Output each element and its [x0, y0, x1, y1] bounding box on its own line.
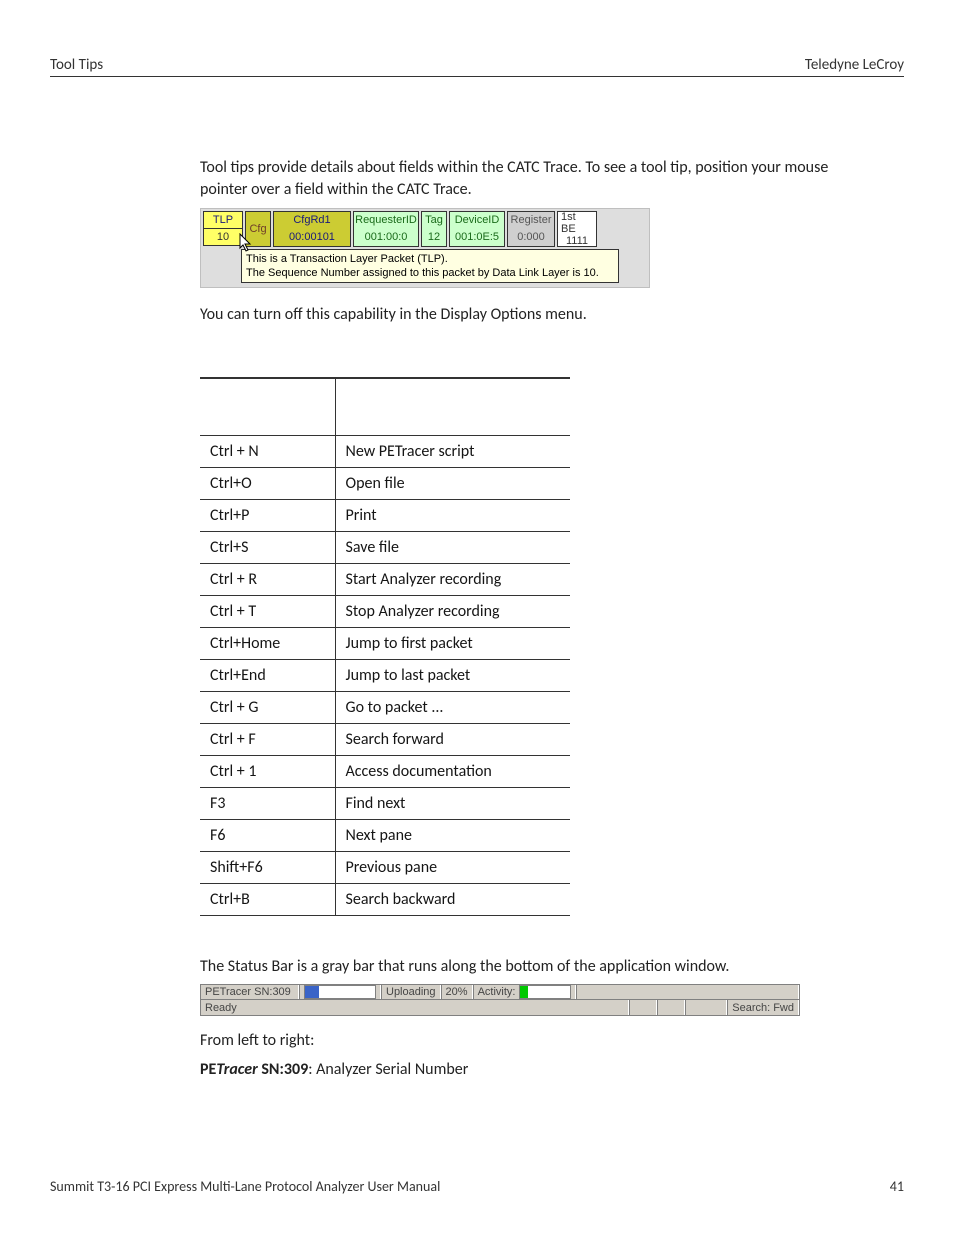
header-left: Tool Tips — [50, 56, 103, 74]
status-uploading: Uploading — [381, 985, 441, 999]
table-row: Ctrl + FSearch forward — [200, 723, 570, 755]
table-row: Ctrl+OOpen file — [200, 467, 570, 499]
status-activity: Activity: — [473, 985, 577, 999]
shortcut-key: Ctrl+S — [200, 531, 335, 563]
status-spacer — [576, 985, 799, 999]
table-row: Ctrl + RStart Analyzer recording — [200, 563, 570, 595]
shortcut-key: Ctrl+End — [200, 659, 335, 691]
shortcut-desc: Access documentation — [335, 755, 570, 787]
shortcut-desc: Go to packet ... — [335, 691, 570, 723]
shortcut-key: F3 — [200, 787, 335, 819]
shortcut-desc: Find next — [335, 787, 570, 819]
statusbar-intro: The Status Bar is a gray bar that runs a… — [200, 956, 879, 978]
shortcut-key: Ctrl + R — [200, 563, 335, 595]
statusbar-figure: PETracer SN:309 Uploading 20% Activity: … — [200, 984, 800, 1016]
status-ready: Ready — [201, 1000, 629, 1015]
footer-left: Summit T3-16 PCI Express Multi-Lane Prot… — [50, 1178, 440, 1195]
shortcut-key: Ctrl+B — [200, 883, 335, 915]
table-row: Ctrl + NNew PETracer script — [200, 435, 570, 467]
shortcut-desc: Start Analyzer recording — [335, 563, 570, 595]
table-row: Ctrl+SSave file — [200, 531, 570, 563]
shortcut-desc: New PETracer script — [335, 435, 570, 467]
activity-indicator — [519, 985, 571, 999]
status-slot-1 — [629, 1000, 657, 1015]
tag-cell: Tag 12 — [421, 211, 447, 247]
cfg-cell: Cfg — [245, 211, 271, 247]
shortcut-desc: Search forward — [335, 723, 570, 755]
firstbe-cell: 1st BE 1111 — [557, 211, 597, 247]
from-left-to-right: From left to right: — [200, 1030, 879, 1052]
deviceid-cell: DeviceID 001:0E:5 — [449, 211, 505, 247]
table-row: Shift+F6Previous pane — [200, 851, 570, 883]
status-analyzer: PETracer SN:309 — [201, 985, 299, 999]
shortcut-key: F6 — [200, 819, 335, 851]
shortcut-key: Ctrl + T — [200, 595, 335, 627]
shortcut-desc: Previous pane — [335, 851, 570, 883]
shortcut-desc: Print — [335, 499, 570, 531]
shortcut-key: Ctrl + N — [200, 435, 335, 467]
status-slot-3 — [685, 1000, 727, 1015]
shortcut-desc: Search backward — [335, 883, 570, 915]
tlp-label: TLP — [203, 211, 243, 229]
register-cell: Register 0:000 — [507, 211, 555, 247]
tlp-index: 10 — [203, 229, 243, 246]
footer-right: 41 — [890, 1178, 904, 1195]
table-row: Ctrl+EndJump to last packet — [200, 659, 570, 691]
header-right: Teledyne LeCroy — [805, 56, 904, 74]
table-row: F6Next pane — [200, 819, 570, 851]
shortcuts-table: Ctrl + NNew PETracer scriptCtrl+OOpen fi… — [200, 377, 570, 916]
shortcut-desc: Jump to last packet — [335, 659, 570, 691]
table-row: F3Find next — [200, 787, 570, 819]
sn-line: PETracer SN:309: Analyzer Serial Number — [200, 1059, 879, 1081]
shortcut-desc: Open file — [335, 467, 570, 499]
shortcuts-header-desc — [335, 378, 570, 436]
shortcut-desc: Next pane — [335, 819, 570, 851]
shortcut-key: Shift+F6 — [200, 851, 335, 883]
tooltip-box: This is a Transaction Layer Packet (TLP)… — [241, 249, 619, 284]
table-row: Ctrl+HomeJump to first packet — [200, 627, 570, 659]
status-slot-2 — [657, 1000, 685, 1015]
table-row: Ctrl + TStop Analyzer recording — [200, 595, 570, 627]
intro-paragraph-1: Tool tips provide details about fields w… — [200, 157, 879, 202]
page-footer: Summit T3-16 PCI Express Multi-Lane Prot… — [50, 1178, 904, 1195]
shortcut-desc: Save file — [335, 531, 570, 563]
table-row: Ctrl + GGo to packet ... — [200, 691, 570, 723]
shortcuts-header-key — [200, 378, 335, 436]
cfgrd-cell: CfgRd1 00:00101 — [273, 211, 351, 247]
shortcut-desc: Stop Analyzer recording — [335, 595, 570, 627]
requesterid-cell: RequesterID 001:00:0 — [353, 211, 419, 247]
status-progressbar — [299, 985, 381, 999]
status-percent: 20% — [441, 985, 473, 999]
shortcut-key: Ctrl+O — [200, 467, 335, 499]
table-row: Ctrl + 1Access documentation — [200, 755, 570, 787]
shortcut-desc: Jump to first packet — [335, 627, 570, 659]
trace-tooltip-figure: TLP 10 Cfg CfgRd1 00:00101 RequesterID 0… — [200, 208, 650, 289]
shortcut-key: Ctrl+P — [200, 499, 335, 531]
table-row: Ctrl+PPrint — [200, 499, 570, 531]
table-row: Ctrl+BSearch backward — [200, 883, 570, 915]
intro-paragraph-2: You can turn off this capability in the … — [200, 304, 879, 326]
shortcut-key: Ctrl + F — [200, 723, 335, 755]
shortcut-key: Ctrl + 1 — [200, 755, 335, 787]
shortcut-key: Ctrl+Home — [200, 627, 335, 659]
shortcut-key: Ctrl + G — [200, 691, 335, 723]
status-search: Search: Fwd — [727, 1000, 799, 1015]
page-header: Tool Tips Teledyne LeCroy — [50, 56, 904, 77]
